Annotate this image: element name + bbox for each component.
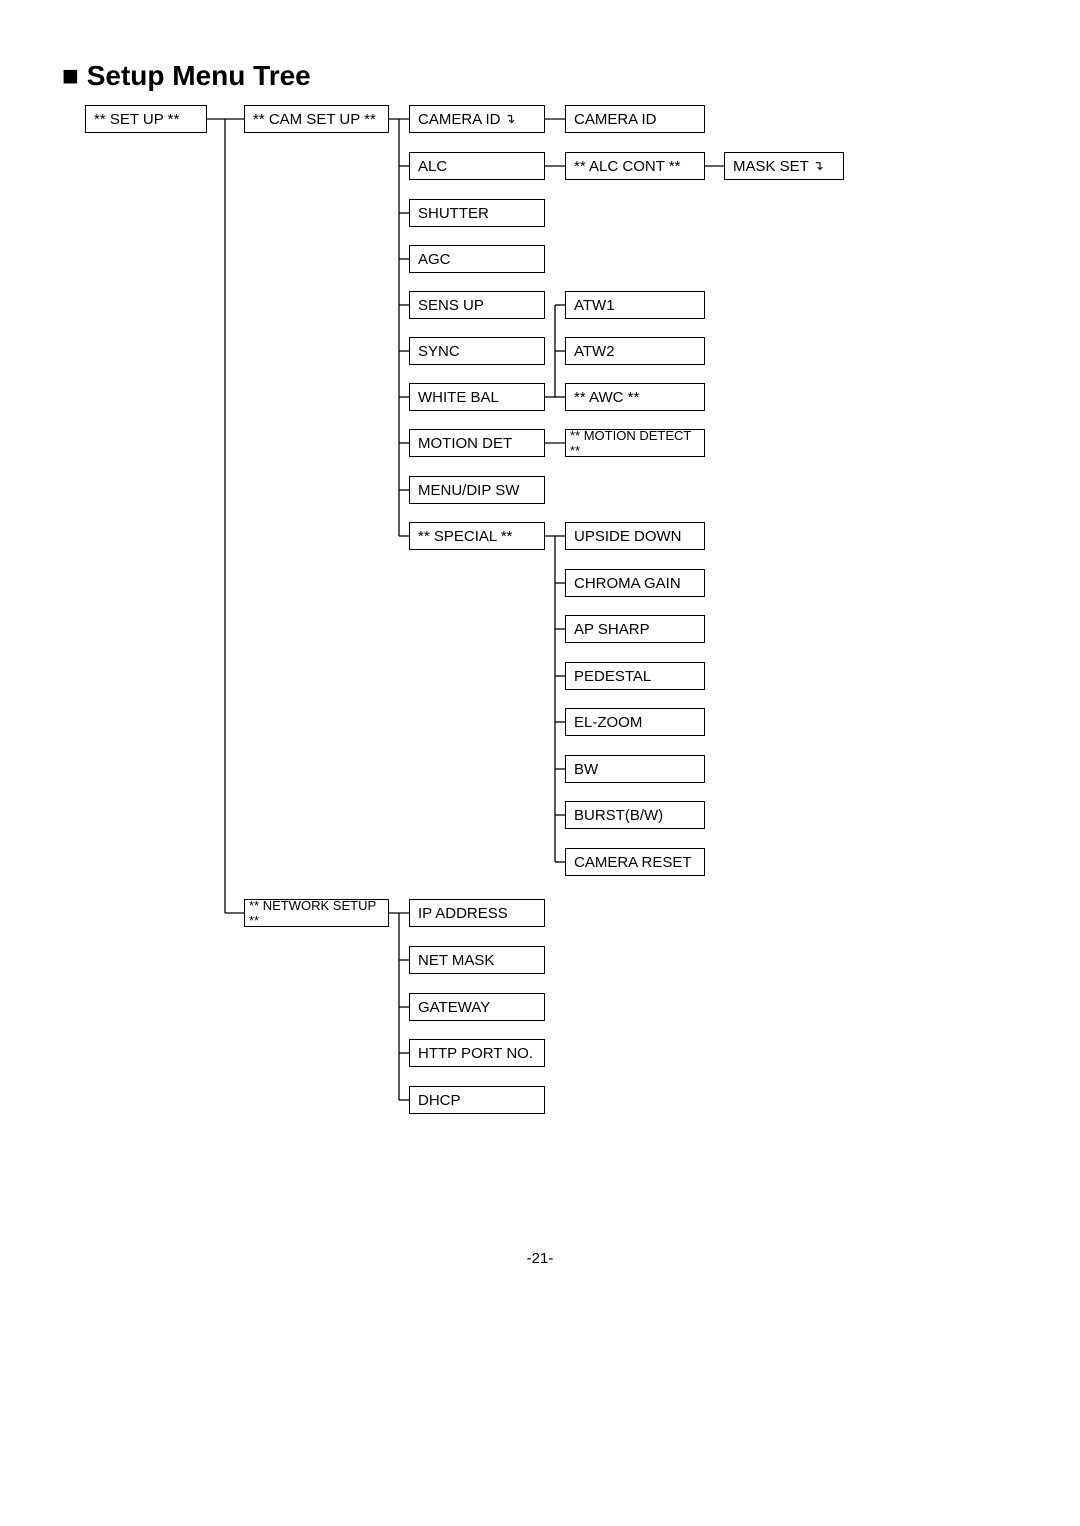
node-alc: ALC [409, 152, 545, 180]
node-motion-det: MOTION DET [409, 429, 545, 457]
square-bullet-icon: ■ [62, 60, 79, 91]
node-chroma-gain: CHROMA GAIN [565, 569, 705, 597]
node-cam-setup: ** CAM SET UP ** [244, 105, 389, 133]
node-white-bal: WHITE BAL [409, 383, 545, 411]
node-gateway: GATEWAY [409, 993, 545, 1021]
title-text: Setup Menu Tree [87, 60, 311, 91]
node-menu-dip-sw: MENU/DIP SW [409, 476, 545, 504]
node-motion-detect: ** MOTION DETECT ** [565, 429, 705, 457]
node-el-zoom: EL-ZOOM [565, 708, 705, 736]
node-net-mask: NET MASK [409, 946, 545, 974]
node-upside-down: UPSIDE DOWN [565, 522, 705, 550]
node-camera-reset: CAMERA RESET [565, 848, 705, 876]
page-number: -21- [0, 1250, 1080, 1267]
node-agc: AGC [409, 245, 545, 273]
node-ip-address: IP ADDRESS [409, 899, 545, 927]
node-sens-up: SENS UP [409, 291, 545, 319]
tree-connectors [0, 0, 1080, 1526]
node-atw1: ATW1 [565, 291, 705, 319]
node-atw2: ATW2 [565, 337, 705, 365]
node-mask-set: MASK SET ↴ [724, 152, 844, 180]
submenu-icon: ↴ [501, 111, 516, 127]
node-alc-cont: ** ALC CONT ** [565, 152, 705, 180]
node-pedestal: PEDESTAL [565, 662, 705, 690]
node-special: ** SPECIAL ** [409, 522, 545, 550]
node-awc: ** AWC ** [565, 383, 705, 411]
node-shutter: SHUTTER [409, 199, 545, 227]
node-burst-bw: BURST(B/W) [565, 801, 705, 829]
node-setup: ** SET UP ** [85, 105, 207, 133]
page-title: ■ Setup Menu Tree [62, 60, 311, 92]
submenu-icon: ↴ [809, 158, 824, 174]
node-http-port: HTTP PORT NO. [409, 1039, 545, 1067]
node-bw: BW [565, 755, 705, 783]
node-sync: SYNC [409, 337, 545, 365]
node-dhcp: DHCP [409, 1086, 545, 1114]
node-network-setup: ** NETWORK SETUP ** [244, 899, 389, 927]
node-camera-id: CAMERA ID ↴ [409, 105, 545, 133]
node-camera-id-leaf: CAMERA ID [565, 105, 705, 133]
node-ap-sharp: AP SHARP [565, 615, 705, 643]
